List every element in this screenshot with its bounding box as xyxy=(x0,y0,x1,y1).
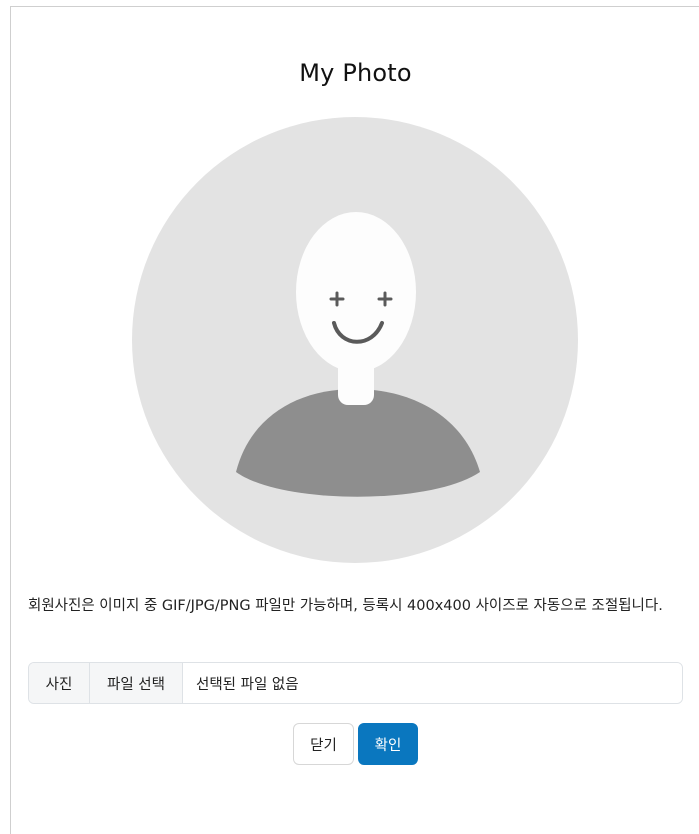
close-button[interactable]: 닫기 xyxy=(293,723,354,765)
photo-modal: My Photo 회원사진은 이미지 중 GIF/JPG/PNG 파일만 가능하… xyxy=(10,6,699,834)
file-input-label: 사진 xyxy=(29,663,90,703)
confirm-button[interactable]: 확인 xyxy=(358,723,418,765)
photo-guidelines-text: 회원사진은 이미지 중 GIF/JPG/PNG 파일만 가능하며, 등록시 40… xyxy=(28,598,663,614)
default-user-avatar-icon xyxy=(132,117,578,563)
choose-file-button[interactable]: 파일 선택 xyxy=(90,663,183,703)
avatar xyxy=(132,117,578,563)
file-selection-status: 선택된 파일 없음 xyxy=(183,663,682,703)
modal-actions: 닫기 확인 xyxy=(11,723,699,765)
avatar-head xyxy=(296,212,416,372)
photo-file-input-group: 사진 파일 선택 선택된 파일 없음 xyxy=(28,662,683,704)
modal-title: My Photo xyxy=(299,59,412,87)
